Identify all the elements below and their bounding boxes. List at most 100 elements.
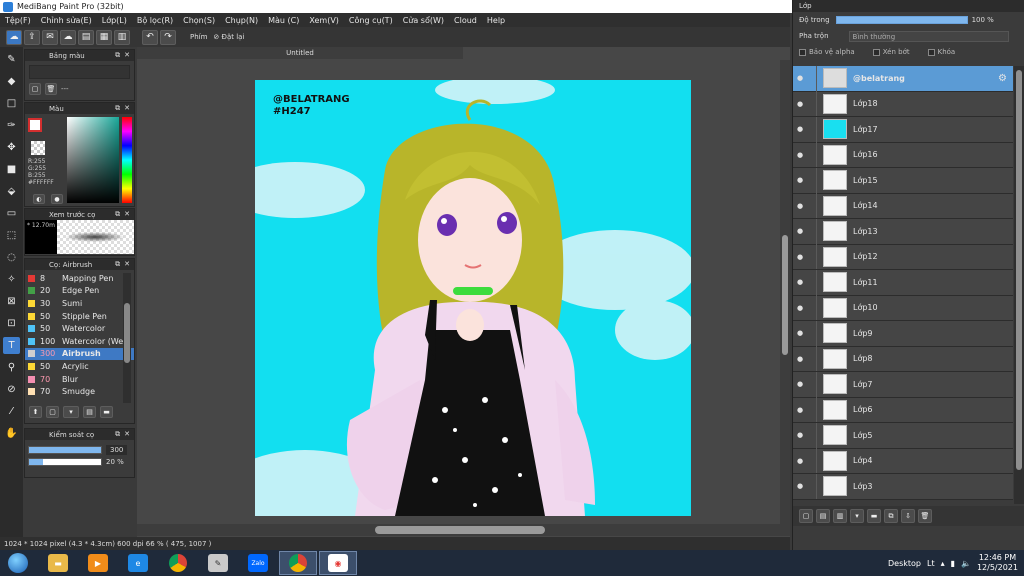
- gear-icon[interactable]: ⚙: [998, 73, 1007, 84]
- maximize-icon[interactable]: ⧉: [115, 430, 120, 439]
- layer-row[interactable]: ● Lớp3: [793, 473, 1013, 500]
- layer-row[interactable]: ● Lớp15: [793, 167, 1013, 194]
- blend-mode-select[interactable]: Bình thường: [848, 30, 1009, 42]
- menu-file[interactable]: Tệp(F): [0, 16, 36, 25]
- menu-view[interactable]: Xem(V): [304, 16, 344, 25]
- brush-item-watercolor[interactable]: 50 Watercolor: [25, 322, 134, 335]
- taskbar-medibang[interactable]: ◉: [319, 551, 357, 575]
- cloud-icon[interactable]: ☁: [6, 29, 22, 45]
- maximize-icon[interactable]: ⧉: [115, 260, 120, 269]
- menu-snap[interactable]: Chụp(N): [220, 16, 263, 25]
- brush-item-airbrush[interactable]: 300Airbrush⚙: [25, 347, 134, 361]
- hue-slider[interactable]: [122, 117, 132, 203]
- vertical-scroll-thumb[interactable]: [782, 235, 788, 355]
- taskbar-chrome-active[interactable]: [279, 551, 317, 575]
- desktop-toolbar-label[interactable]: Desktop: [888, 559, 921, 568]
- taskbar-paint[interactable]: ✎: [199, 551, 237, 575]
- brush-item-sumi[interactable]: 30 Sumi: [25, 297, 134, 310]
- foreground-color-swatch[interactable]: [28, 118, 42, 132]
- layer-row[interactable]: ● Lớp10: [793, 295, 1013, 321]
- taskbar-file-explorer[interactable]: ▬: [39, 551, 77, 575]
- layer-row[interactable]: ● Lớp5: [793, 422, 1013, 449]
- brush-menu-icon[interactable]: ▾: [63, 406, 79, 418]
- eyedropper-tool-icon[interactable]: ⁄: [3, 403, 20, 420]
- drawing-canvas[interactable]: @BELATRANG #H247: [255, 80, 691, 516]
- eye-icon[interactable]: ●: [793, 329, 807, 337]
- brush-item-smudge[interactable]: 70 Smudge: [25, 385, 134, 398]
- brush-opacity-slider[interactable]: [28, 458, 102, 466]
- folder-icon[interactable]: ▬: [867, 509, 881, 523]
- eye-icon[interactable]: ●: [793, 202, 807, 210]
- brush-item-stipple-pen[interactable]: 50 Stipple Pen: [25, 310, 134, 323]
- reset-button[interactable]: ⊘ Đặt lại: [213, 33, 244, 41]
- eye-icon[interactable]: ●: [793, 304, 807, 312]
- comment-icon[interactable]: ✉: [42, 29, 58, 45]
- maximize-icon[interactable]: ⧉: [115, 51, 120, 60]
- page-manager-icon[interactable]: ▤: [78, 29, 94, 45]
- eye-icon[interactable]: ●: [793, 278, 807, 286]
- eye-icon[interactable]: ●: [793, 176, 807, 184]
- eye-icon[interactable]: ●: [793, 74, 807, 82]
- menu-color[interactable]: Màu (C): [263, 16, 304, 25]
- taskbar-internet-explorer[interactable]: e: [119, 551, 157, 575]
- operation-tool-icon[interactable]: ⚲: [3, 359, 20, 376]
- new-brush-icon[interactable]: ▢: [46, 406, 59, 418]
- menu-window[interactable]: Cửa sổ(W): [398, 16, 449, 25]
- protect-alpha-checkbox[interactable]: Bảo vệ alpha: [799, 48, 855, 56]
- maximize-icon[interactable]: ⧉: [115, 210, 120, 219]
- layer-opacity-slider[interactable]: [835, 16, 968, 24]
- brush-item-edge-pen[interactable]: 20 Edge Pen: [25, 285, 134, 298]
- layer-row[interactable]: ● Lớp18: [793, 91, 1013, 117]
- eye-icon[interactable]: ●: [793, 380, 807, 388]
- eye-icon[interactable]: ●: [793, 125, 807, 133]
- volume-icon[interactable]: 🔈: [961, 559, 971, 568]
- taskbar-zalo[interactable]: Zalo: [239, 551, 277, 575]
- vertical-scrollbar[interactable]: [780, 60, 790, 524]
- layer-row[interactable]: ● Lớp12: [793, 244, 1013, 270]
- brush-item-acrylic[interactable]: 50 Acrylic: [25, 360, 134, 373]
- brush-folder-icon[interactable]: ▬: [100, 406, 113, 418]
- taskbar-media-player[interactable]: ▶: [79, 551, 117, 575]
- layer-list-scrollbar[interactable]: [1014, 66, 1024, 504]
- redo-icon[interactable]: ↷: [160, 29, 176, 45]
- grid-icon[interactable]: ▦: [96, 29, 112, 45]
- brush-copy-icon[interactable]: ▤: [83, 406, 96, 418]
- new-8bit-layer-icon[interactable]: ▥: [833, 509, 847, 523]
- close-icon[interactable]: ✕: [124, 430, 130, 439]
- tray-expand-icon[interactable]: ▴: [941, 559, 945, 568]
- gradient-tool-icon[interactable]: ▭: [3, 205, 20, 222]
- layer-row[interactable]: ● Lớp9: [793, 320, 1013, 347]
- horizontal-scroll-thumb[interactable]: [375, 526, 545, 534]
- new-palette-icon[interactable]: ▢: [29, 83, 41, 95]
- clock[interactable]: 12:46 PM 12/5/2021: [977, 553, 1018, 573]
- pen-tool-icon[interactable]: ✑: [3, 117, 20, 134]
- language-indicator[interactable]: Lt: [927, 559, 935, 568]
- brush-size-slider[interactable]: [28, 446, 102, 454]
- close-icon[interactable]: ✕: [124, 104, 130, 113]
- layer-row[interactable]: ● Lớp7: [793, 371, 1013, 398]
- maximize-icon[interactable]: ⧉: [115, 104, 120, 113]
- undo-icon[interactable]: ↶: [142, 29, 158, 45]
- start-button[interactable]: [4, 551, 32, 575]
- brush-item-blur[interactable]: 70 Blur: [25, 373, 134, 386]
- menu-select[interactable]: Chọn(S): [178, 16, 220, 25]
- network-icon[interactable]: ▮: [951, 559, 955, 568]
- brush-list-scrollbar[interactable]: [123, 273, 131, 403]
- brush-item-watercolor-wet[interactable]: 100 Watercolor (Wet): [25, 335, 134, 348]
- layer-row[interactable]: ● @belatrang ⚙: [793, 66, 1013, 92]
- layer-row[interactable]: ● Lớp13: [793, 218, 1013, 245]
- panel-icon[interactable]: ▥: [114, 29, 130, 45]
- eye-icon[interactable]: ●: [793, 355, 807, 363]
- brush-item-mapping-pen[interactable]: 8 Mapping Pen: [25, 272, 134, 285]
- text-tool-icon[interactable]: T: [3, 337, 20, 354]
- select-pen-tool-icon[interactable]: ⊠: [3, 293, 20, 310]
- color-mode-icon[interactable]: ◐: [33, 194, 45, 204]
- eye-icon[interactable]: ●: [793, 406, 807, 414]
- brush-tool-icon[interactable]: ✎: [3, 51, 20, 68]
- lock-checkbox[interactable]: Khóa: [927, 48, 955, 56]
- delete-palette-icon[interactable]: 🗑: [45, 83, 57, 95]
- brush-size-value[interactable]: 300: [106, 445, 128, 455]
- hand-tool-icon[interactable]: ✋: [3, 425, 20, 442]
- layer-row[interactable]: ● Lớp16: [793, 142, 1013, 168]
- close-icon[interactable]: ✕: [124, 260, 130, 269]
